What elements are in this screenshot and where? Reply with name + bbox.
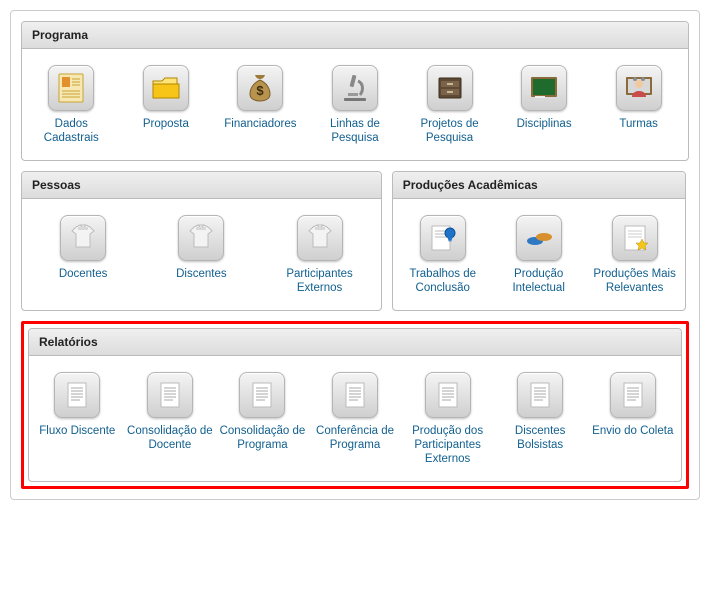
report-icon xyxy=(147,372,193,418)
menu-item-discentes[interactable]: Discentes xyxy=(156,215,246,296)
menu-item-label: Consolidação de Docente xyxy=(126,424,215,453)
main-panel: Programa Dados Cadastrais Proposta Financi… xyxy=(10,10,700,500)
teacher-icon xyxy=(616,65,662,111)
report-icon xyxy=(54,372,100,418)
items-relatorios: Fluxo DiscenteConsolidação de DocenteCon… xyxy=(29,356,681,481)
section-header-pessoas: Pessoas xyxy=(22,172,381,199)
report-icon xyxy=(517,372,563,418)
report-icon xyxy=(425,372,471,418)
menu-item-label: Envio do Coleta xyxy=(592,424,673,438)
menu-item-label: Consolidação de Programa xyxy=(218,424,307,453)
section-header-producoes: Produções Acadêmicas xyxy=(393,172,685,199)
menu-item-label: Financiadores xyxy=(224,117,296,131)
menu-item-disciplinas[interactable]: Disciplinas xyxy=(499,65,589,146)
section-pessoas: Pessoas Docentes Discentes Participantes E… xyxy=(21,171,382,311)
menu-item-consolidacao-de-docente[interactable]: Consolidação de Docente xyxy=(126,372,215,467)
menu-item-fluxo-discente[interactable]: Fluxo Discente xyxy=(33,372,122,467)
menu-item-producao-dos-participantes-externos[interactable]: Produção dos Participantes Externos xyxy=(403,372,492,467)
menu-item-dados-cadastrais[interactable]: Dados Cadastrais xyxy=(26,65,116,146)
menu-item-docentes[interactable]: Docentes xyxy=(38,215,128,296)
items-producoes: Trabalhos de ConclusãoProdução Intelectu… xyxy=(393,199,685,310)
menu-item-consolidacao-de-programa[interactable]: Consolidação de Programa xyxy=(218,372,307,467)
menu-item-turmas[interactable]: Turmas xyxy=(594,65,684,146)
menu-item-label: Trabalhos de Conclusão xyxy=(398,267,488,296)
menu-item-trabalhos-de-conclusao[interactable]: Trabalhos de Conclusão xyxy=(398,215,488,296)
money-bag-icon xyxy=(237,65,283,111)
star-page-icon xyxy=(612,215,658,261)
menu-item-conferencia-de-programa[interactable]: Conferência de Programa xyxy=(311,372,400,467)
shirt-icon xyxy=(297,215,343,261)
menu-item-label: Linhas de Pesquisa xyxy=(310,117,400,146)
menu-item-label: Produção Intelectual xyxy=(494,267,584,296)
menu-item-label: Discentes Bolsistas xyxy=(496,424,585,453)
form-icon xyxy=(48,65,94,111)
menu-item-label: Projetos de Pesquisa xyxy=(405,117,495,146)
section-header-relatorios: Relatórios xyxy=(29,329,681,356)
menu-item-label: Fluxo Discente xyxy=(39,424,115,438)
menu-item-label: Produções Mais Relevantes xyxy=(590,267,680,296)
section-relatorios: Relatórios Fluxo Discente Consolidação de… xyxy=(28,328,682,482)
shirt-icon xyxy=(178,215,224,261)
chalkboard-icon xyxy=(521,65,567,111)
menu-item-linhas-de-pesquisa[interactable]: Linhas de Pesquisa xyxy=(310,65,400,146)
highlight-relatorios: Relatórios Fluxo Discente Consolidação de… xyxy=(21,321,689,489)
menu-item-label: Conferência de Programa xyxy=(311,424,400,453)
microscope-icon xyxy=(332,65,378,111)
folder-icon xyxy=(143,65,189,111)
report-icon xyxy=(610,372,656,418)
menu-item-envio-do-coleta[interactable]: Envio do Coleta xyxy=(588,372,677,467)
menu-item-label: Docentes xyxy=(59,267,108,281)
menu-item-projetos-de-pesquisa[interactable]: Projetos de Pesquisa xyxy=(405,65,495,146)
items-programa: Dados Cadastrais Proposta Financiadores Lin… xyxy=(22,49,688,160)
archive-icon xyxy=(427,65,473,111)
menu-item-label: Turmas xyxy=(619,117,658,131)
section-programa: Programa Dados Cadastrais Proposta Financi… xyxy=(21,21,689,161)
menu-item-label: Produção dos Participantes Externos xyxy=(403,424,492,467)
menu-item-label: Dados Cadastrais xyxy=(26,117,116,146)
menu-item-producao-intelectual[interactable]: Produção Intelectual xyxy=(494,215,584,296)
report-icon xyxy=(332,372,378,418)
certificate-icon xyxy=(420,215,466,261)
menu-item-label: Disciplinas xyxy=(517,117,572,131)
menu-item-participantes-externos[interactable]: Participantes Externos xyxy=(275,215,365,296)
shoes-icon xyxy=(516,215,562,261)
items-pessoas: Docentes Discentes Participantes Externos xyxy=(22,199,381,310)
menu-item-proposta[interactable]: Proposta xyxy=(121,65,211,146)
section-producoes: Produções Acadêmicas Trabalhos de Conclu… xyxy=(392,171,686,311)
menu-item-label: Participantes Externos xyxy=(275,267,365,296)
menu-item-label: Discentes xyxy=(176,267,227,281)
menu-item-discentes-bolsistas[interactable]: Discentes Bolsistas xyxy=(496,372,585,467)
report-icon xyxy=(239,372,285,418)
shirt-icon xyxy=(60,215,106,261)
menu-item-producoes-mais-relevantes[interactable]: Produções Mais Relevantes xyxy=(590,215,680,296)
menu-item-financiadores[interactable]: Financiadores xyxy=(215,65,305,146)
menu-item-label: Proposta xyxy=(143,117,189,131)
section-header-programa: Programa xyxy=(22,22,688,49)
